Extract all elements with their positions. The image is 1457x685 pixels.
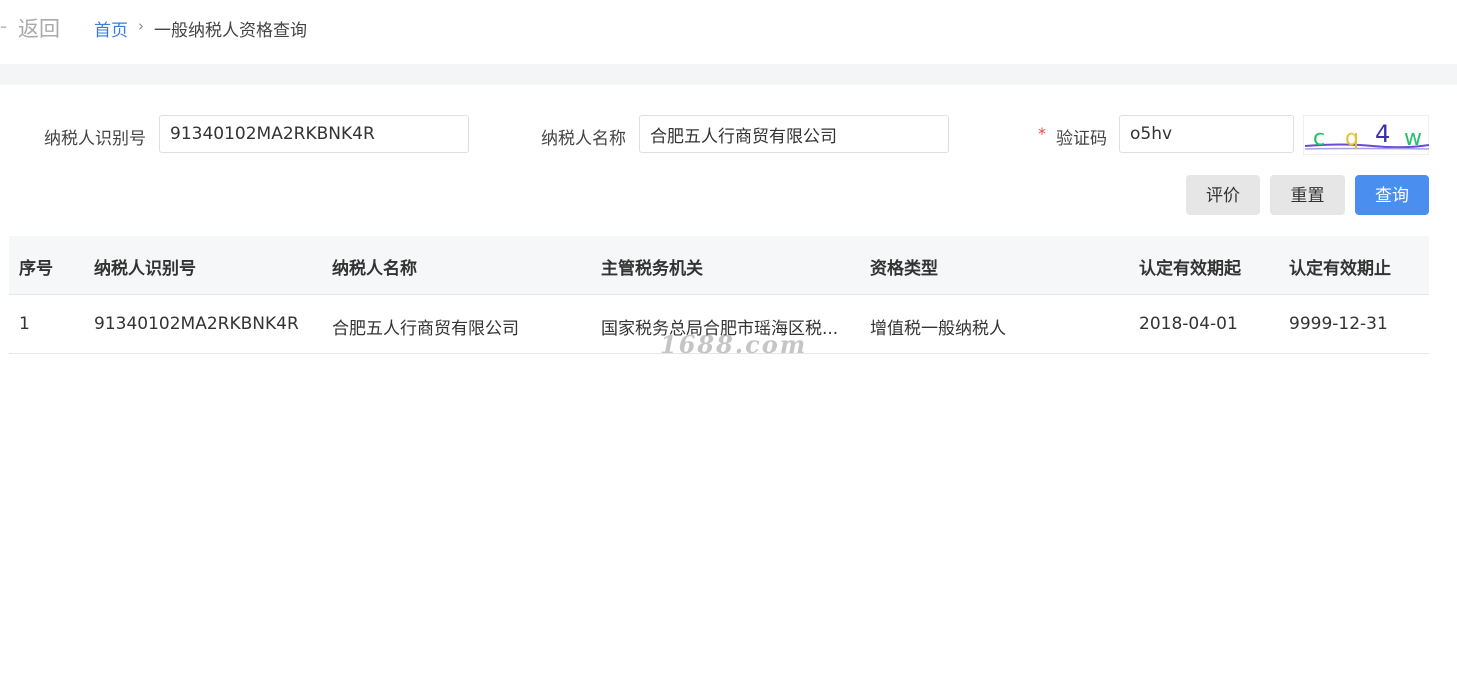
top-bar: - 返回 首页 › 一般纳税人资格查询 <box>0 0 1457 64</box>
evaluate-button[interactable]: 评价 <box>1186 175 1260 215</box>
table-cell: 增值税一般纳税人 <box>870 319 1006 339</box>
captcha-char: c <box>1313 126 1325 151</box>
required-mark: * <box>1038 124 1046 143</box>
column-header-taxpayer-name: 纳税人名称 <box>332 259 417 279</box>
table-cell: 1 <box>19 314 30 334</box>
column-header-valid-from: 认定有效期起 <box>1139 259 1241 279</box>
query-button[interactable]: 查询 <box>1355 175 1429 215</box>
taxpayer-id-label: 纳税人识别号 <box>44 129 146 149</box>
taxpayer-name-label: 纳税人名称 <box>541 129 626 149</box>
back-dash: - <box>0 14 8 38</box>
captcha-input[interactable] <box>1119 115 1294 153</box>
breadcrumb-chevron-icon: › <box>138 17 144 35</box>
taxpayer-id-input[interactable] <box>159 115 469 153</box>
section-divider <box>0 64 1457 85</box>
watermark: 1688.com <box>660 330 808 359</box>
taxpayer-name-input[interactable] <box>639 115 949 153</box>
table-cell: 合肥五人行商贸有限公司 <box>332 319 519 339</box>
captcha-char: w <box>1404 126 1422 151</box>
reset-button[interactable]: 重置 <box>1270 175 1345 215</box>
column-header-valid-to: 认定有效期止 <box>1289 259 1391 279</box>
column-header-qualification-type: 资格类型 <box>870 259 938 279</box>
breadcrumb-current: 一般纳税人资格查询 <box>154 21 307 41</box>
column-header-index: 序号 <box>19 259 53 279</box>
captcha-char: q <box>1345 126 1359 151</box>
column-header-tax-authority: 主管税务机关 <box>601 259 703 279</box>
table-cell: 91340102MA2RKBNK4R <box>94 314 299 334</box>
table-cell: 9999-12-31 <box>1289 314 1388 334</box>
column-header-taxpayer-id: 纳税人识别号 <box>94 259 196 279</box>
breadcrumb-home-link[interactable]: 首页 <box>94 16 128 41</box>
captcha-image[interactable]: c q 4 w <box>1303 115 1429 155</box>
table-cell: 2018-04-01 <box>1139 314 1238 334</box>
captcha-label: 验证码 <box>1056 129 1107 149</box>
captcha-char: 4 <box>1375 120 1390 148</box>
back-button[interactable]: 返回 <box>18 13 60 43</box>
